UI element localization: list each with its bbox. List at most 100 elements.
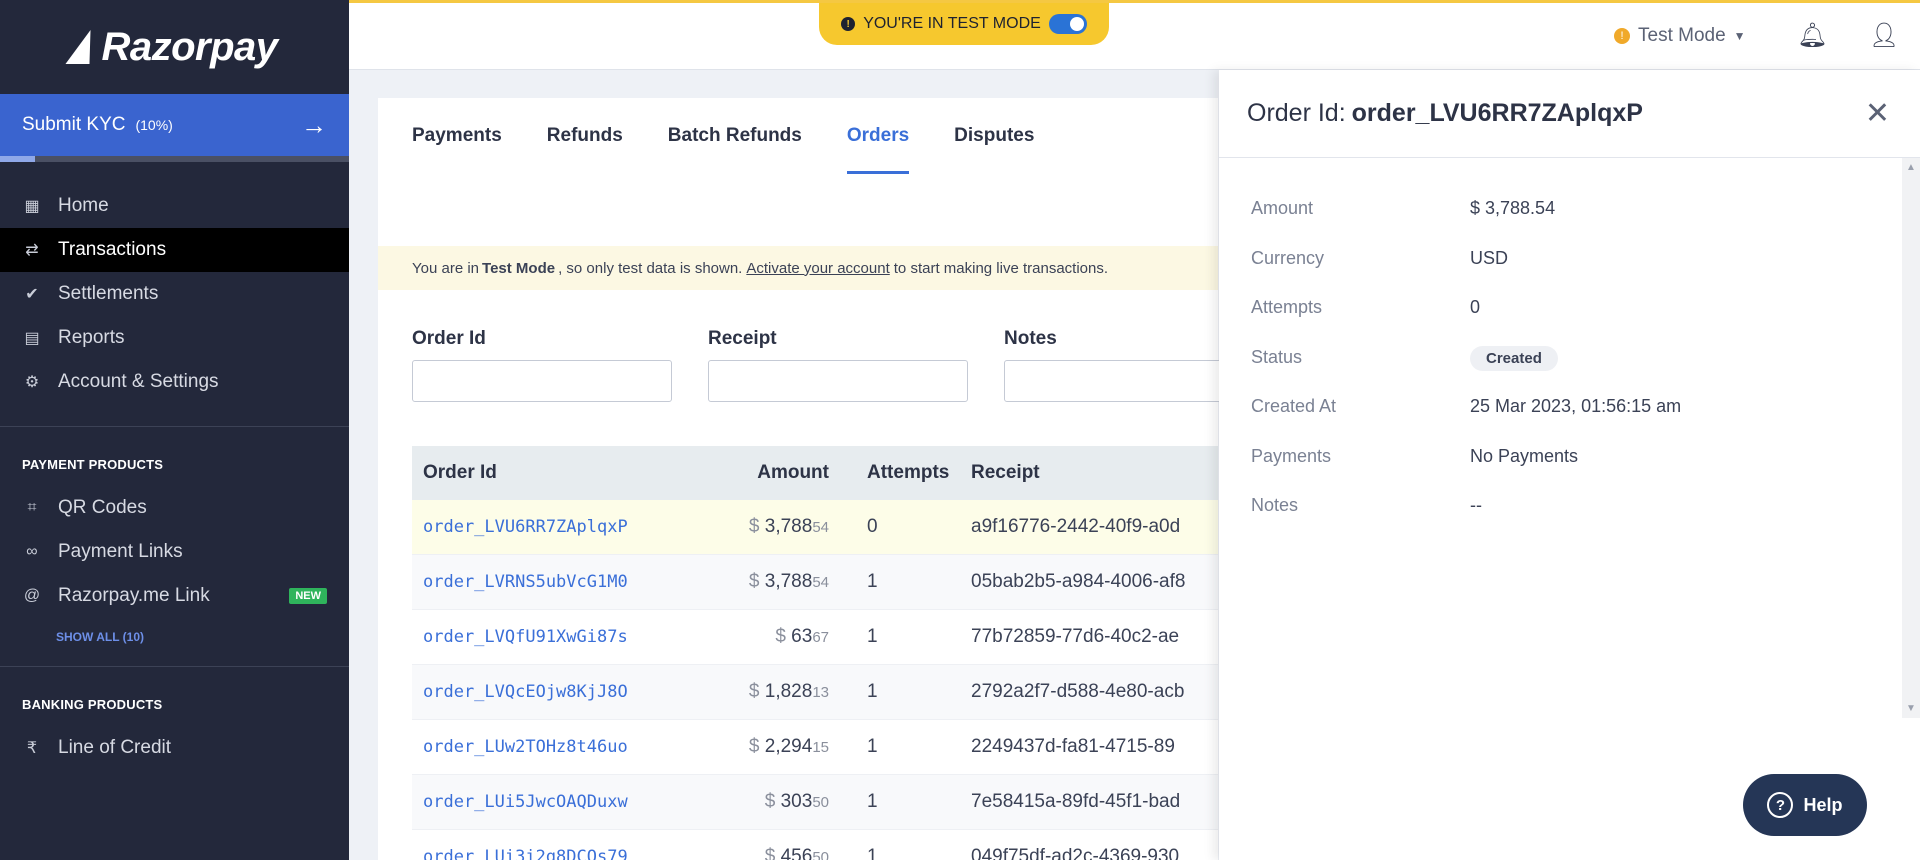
filter-label: Receipt: [708, 328, 777, 349]
order-id-input[interactable]: [412, 360, 672, 402]
receipt-cell: 2249437d-fa81-4715-89: [971, 736, 1175, 757]
mode-dropdown[interactable]: ! Test Mode ▼: [1614, 25, 1746, 47]
order-id-link[interactable]: order_LUi5JwcOAQDuxw: [423, 792, 628, 812]
table-row[interactable]: order_LUi5JwcOAQDuxw $ 30350 1 7e58415a-89f…: [412, 775, 1218, 830]
order-id-link[interactable]: order_LUi3i2g8DCOs79: [423, 847, 628, 860]
sidebar-item-label: Transactions: [58, 239, 167, 260]
currency-symbol: $: [748, 571, 765, 592]
detail-label: Attempts: [1251, 297, 1323, 318]
sidebar-item-transactions[interactable]: ⇄ Transactions: [0, 228, 349, 272]
sidebar-item-account-settings[interactable]: ⚙ Account & Settings: [0, 360, 349, 404]
detail-row: Attempts 0: [1219, 283, 1920, 333]
help-label: Help: [1803, 794, 1843, 815]
amount-whole: 456: [780, 846, 813, 860]
notice-prefix: You are in: [412, 259, 480, 277]
razorpay-logo[interactable]: Razorpay: [0, 0, 349, 94]
detail-value: USD: [1470, 248, 1508, 269]
table-row[interactable]: order_LVQcEOjw8KjJ8O $ 1,82813 1 2792a2f7-d…: [412, 665, 1218, 720]
activate-account-link[interactable]: Activate your account: [746, 260, 889, 277]
detail-label: Notes: [1251, 495, 1299, 516]
detail-row: Notes --: [1219, 481, 1920, 531]
scroll-down-icon[interactable]: ▼: [1906, 703, 1916, 714]
settlements-icon: ✔: [25, 286, 39, 303]
sidebar-item-home[interactable]: ▦ Home: [0, 184, 349, 228]
amount-cell: $ 3,78854: [712, 516, 829, 538]
razorpay-logo-icon: [65, 30, 101, 64]
detail-fields: Amount $ 3,788.54 Currency USD Attempts 0 Stat…: [1219, 158, 1920, 531]
scroll-up-icon[interactable]: ▲: [1906, 162, 1916, 173]
order-id-cell: order_LUw2TOHz8t46uo: [412, 736, 712, 758]
user-profile-icon[interactable]: 👤︎: [1869, 21, 1899, 50]
chevron-down-icon: ▼: [1733, 29, 1746, 43]
table-row[interactable]: order_LVRNS5ubVcG1M0 $ 3,78854 1 05bab2b5-a…: [412, 555, 1218, 610]
sidebar-item-qr-codes[interactable]: ⌗ QR Codes: [0, 486, 349, 530]
sidebar-item-reports[interactable]: ▤ Reports: [0, 316, 349, 360]
order-id-link[interactable]: order_LVQfU91XwGi87s: [423, 627, 628, 647]
order-id-link[interactable]: order_LUw2TOHz8t46uo: [423, 737, 628, 757]
section-title: BANKING PRODUCTS: [22, 697, 163, 712]
table-row[interactable]: order_LUw2TOHz8t46uo $ 2,29415 1 2249437d-f…: [412, 720, 1218, 775]
transaction-tabs: Payments Refunds Batch Refunds Orders Di…: [378, 98, 1218, 174]
mode-label: Test Mode: [1638, 25, 1726, 46]
amount-whole: 1,828: [764, 681, 813, 702]
notification-bell-icon[interactable]: 🔔︎: [1797, 21, 1827, 50]
detail-row: Amount $ 3,788.54: [1219, 184, 1920, 234]
transactions-card: Payments Refunds Batch Refunds Orders Di…: [378, 98, 1264, 860]
order-id-link[interactable]: order_LVU6RR7ZAplqxP: [423, 517, 628, 537]
kyc-label: Submit KYC: [22, 114, 126, 135]
amount-whole: 3,788: [764, 516, 813, 537]
table-body: order_LVU6RR7ZAplqxP $ 3,78854 0 a9f16776-2…: [412, 500, 1218, 860]
order-id-link[interactable]: order_LVQcEOjw8KjJ8O: [423, 682, 628, 702]
sidebar-item-label: Reports: [58, 327, 125, 348]
order-id-cell: order_LVQfU91XwGi87s: [412, 626, 712, 648]
amount-whole: 303: [780, 791, 813, 812]
help-button[interactable]: ? Help: [1743, 774, 1867, 836]
table-row[interactable]: order_LVQfU91XwGi87s $ 6367 1 77b72859-77d6…: [412, 610, 1218, 665]
filter-label: Order Id: [412, 328, 486, 349]
amount-decimal: 54: [812, 519, 829, 536]
test-mode-toggle[interactable]: [1048, 14, 1087, 34]
order-id-link[interactable]: order_LVRNS5ubVcG1M0: [423, 572, 628, 592]
tab-refunds[interactable]: Refunds: [547, 98, 623, 174]
amount-whole: 63: [791, 626, 813, 647]
show-all-link[interactable]: SHOW ALL (10): [0, 630, 349, 644]
sidebar-item-label: Settlements: [58, 283, 159, 304]
detail-label: Currency: [1251, 247, 1325, 268]
sidebar-item-label: Home: [58, 195, 109, 216]
panel-scrollbar[interactable]: ▲ ▼: [1902, 158, 1920, 718]
sidebar-item-payment-links[interactable]: ∞ Payment Links: [0, 530, 349, 574]
detail-value: --: [1470, 495, 1482, 516]
submit-kyc-button[interactable]: Submit KYC (10%) →: [0, 94, 349, 156]
detail-value-text: $ 3,788.54: [1470, 198, 1556, 219]
tab-batch-refunds[interactable]: Batch Refunds: [668, 98, 802, 174]
amount-cell: $ 6367: [712, 626, 829, 648]
close-icon[interactable]: ✕: [1865, 96, 1890, 131]
brand-name: Razorpay: [101, 24, 278, 69]
sidebar-item-label: QR Codes: [58, 497, 147, 518]
table-row[interactable]: order_LUi3i2g8DCOs79 $ 45650 1 049f75df-ad2…: [412, 830, 1218, 860]
sidebar-item-line-of-credit[interactable]: ₹ Line of Credit: [0, 726, 349, 770]
order-id-filter: Order Id: [412, 328, 672, 402]
table-row[interactable]: order_LVU6RR7ZAplqxP $ 3,78854 0 a9f16776-2…: [412, 500, 1218, 555]
currency-symbol: $: [748, 681, 765, 702]
rupee-icon: ₹: [26, 740, 38, 757]
amount-decimal: 50: [812, 849, 829, 860]
receipt-filter: Receipt: [708, 328, 968, 402]
receipt-input[interactable]: [708, 360, 968, 402]
question-icon: ?: [1767, 792, 1794, 818]
tab-orders[interactable]: Orders: [846, 98, 910, 174]
tab-payments[interactable]: Payments: [412, 98, 502, 174]
sidebar-item-razorpay-me-link[interactable]: @ Razorpay.me Link NEW: [0, 574, 349, 618]
order-id-cell: order_LUi5JwcOAQDuxw: [412, 791, 712, 813]
notice-mode: Test Mode: [482, 259, 556, 277]
reports-icon: ▤: [24, 330, 40, 347]
sidebar-item-label: Line of Credit: [58, 737, 172, 758]
sidebar-item-settlements[interactable]: ✔ Settlements: [0, 272, 349, 316]
banking-products-section: BANKING PRODUCTS ₹ Line of Credit: [0, 667, 349, 792]
detail-row: Currency USD: [1219, 234, 1920, 284]
order-id-cell: order_LVQcEOjw8KjJ8O: [412, 681, 712, 703]
detail-value: 0: [1470, 297, 1480, 318]
column-header: Receipt: [971, 462, 1040, 483]
tab-disputes[interactable]: Disputes: [954, 98, 1034, 174]
info-icon: !: [841, 17, 856, 31]
